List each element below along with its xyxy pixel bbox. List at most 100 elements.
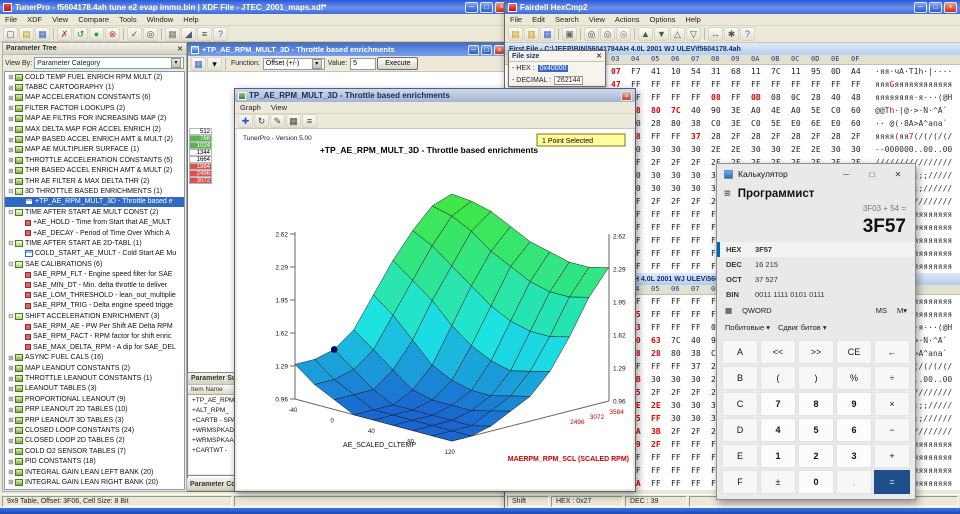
hex-byte[interactable]: FF	[691, 438, 711, 451]
hex-byte[interactable]: 90	[711, 104, 731, 117]
table-row-header-cell[interactable]: 3072	[189, 177, 212, 184]
keypad-toggle-icon[interactable]: ▦	[725, 306, 732, 315]
close-button[interactable]: ×	[621, 91, 632, 101]
hex-byte[interactable]: FF	[731, 91, 751, 104]
maximize-button[interactable]: □	[862, 170, 882, 179]
radix-row-hex[interactable]: HEX3F57	[717, 242, 915, 257]
hex-byte[interactable]: 54	[691, 65, 711, 78]
hex-byte[interactable]: 60	[851, 117, 871, 130]
hex-byte[interactable]: FF	[651, 412, 671, 425]
save-icon[interactable]: ▦	[540, 27, 555, 41]
calc-key-F[interactable]: F	[722, 470, 758, 494]
expand-icon[interactable]: ⊞	[7, 136, 15, 144]
help-icon[interactable]: ?	[740, 27, 755, 41]
hex-byte[interactable]: E0	[831, 117, 851, 130]
hex-byte[interactable]: C0	[751, 117, 771, 130]
hex-byte[interactable]: 30	[671, 412, 691, 425]
tree-item[interactable]: ⊞ASYNC FUEL CALS (16)	[5, 353, 184, 363]
hex-byte[interactable]: 31	[711, 65, 731, 78]
tree-item[interactable]: ⊞PROPORTIONAL LEANOUT (9)	[5, 394, 184, 404]
open-first-icon[interactable]: ▤	[508, 27, 523, 41]
hex-byte[interactable]: FF	[691, 234, 711, 247]
hex-byte[interactable]: FF	[691, 221, 711, 234]
hex-byte[interactable]: FF	[671, 208, 691, 221]
hex-ascii[interactable]: ·яя·чA·T1h·|····	[875, 65, 959, 78]
hex-byte[interactable]: FF	[671, 221, 691, 234]
calc-key-CE[interactable]: CE	[836, 340, 872, 364]
hex-byte[interactable]: 30	[751, 143, 771, 156]
expand-icon[interactable]: ⊞	[7, 416, 15, 424]
calc-key->>[interactable]: >>	[798, 340, 834, 364]
bitshift-dropdown[interactable]: Сдвиг битов ▾	[778, 323, 827, 332]
hex-byte[interactable]: FF	[811, 78, 831, 91]
expand-icon[interactable]: ⊞	[7, 73, 15, 81]
hex-byte[interactable]: FF	[651, 295, 671, 308]
list-icon[interactable]: ≡	[197, 27, 212, 41]
expand-icon[interactable]: ⊞	[7, 406, 15, 414]
menu-file[interactable]: File	[0, 15, 22, 24]
hexcmp-titlebar[interactable]: Fairdell HexCmp2 ─ □ ×	[505, 0, 960, 14]
tree-item[interactable]: SAE_LOM_THRESHOLD - lean_out_multiplie	[5, 290, 184, 300]
hex-byte[interactable]: 5E	[771, 117, 791, 130]
memory-store-button[interactable]: MS	[876, 306, 887, 315]
minimize-button[interactable]: ─	[836, 170, 856, 179]
hex-byte[interactable]: E0	[791, 117, 811, 130]
tree-item[interactable]: ⊞THR BASED ACCEL ENRICH AMT & MULT (2)	[5, 166, 184, 176]
calc-key-2[interactable]: 2	[798, 444, 834, 468]
check-icon[interactable]: ✓	[127, 27, 142, 41]
hex-byte[interactable]: 6E	[811, 117, 831, 130]
hex-byte[interactable]: FF	[671, 260, 691, 273]
radix-row-oct[interactable]: OCT37 527	[717, 272, 915, 287]
hex-byte[interactable]: F7	[631, 65, 651, 78]
maximize-button[interactable]: □	[929, 2, 942, 13]
hex-byte[interactable]: 2E	[811, 143, 831, 156]
tree-item[interactable]: ⊞CLOSED LOOP CONSTANTS (24)	[5, 425, 184, 435]
collapse-icon[interactable]: ⊟	[7, 239, 15, 247]
hex-byte[interactable]: FF	[691, 208, 711, 221]
hex-byte[interactable]: 28	[651, 347, 671, 360]
hex-byte[interactable]: 2F	[651, 156, 671, 169]
calc-key-C[interactable]: C	[722, 392, 758, 416]
copy-icon[interactable]: ▣	[562, 27, 577, 41]
tree-item[interactable]: ⊟TIME AFTER START AE 2D-TABL (1)	[5, 238, 184, 248]
hex-byte[interactable]: A4	[851, 65, 871, 78]
hex-byte[interactable]: 3E	[731, 117, 751, 130]
calculator-titlebar[interactable]: Калькулятор ─ □ ✕	[717, 164, 915, 184]
calc-key-←[interactable]: ←	[874, 340, 910, 364]
calc-key-B[interactable]: B	[722, 366, 758, 390]
hex-byte[interactable]: 2F	[811, 130, 831, 143]
expand-icon[interactable]: ⊞	[7, 375, 15, 383]
hex-byte[interactable]: 40	[831, 91, 851, 104]
hex-byte[interactable]: 4E	[771, 104, 791, 117]
menu-compare[interactable]: Compare	[73, 15, 114, 24]
hex-byte[interactable]: 41	[651, 65, 671, 78]
expand-icon[interactable]: ⊞	[7, 94, 15, 102]
hex-byte[interactable]: 2F	[691, 156, 711, 169]
graph-canvas[interactable]: TunerPro - Version 5.00+TP_AE_RPM_MULT_3…	[237, 129, 633, 489]
help-icon[interactable]: ?	[213, 27, 228, 41]
tunerpro-titlebar[interactable]: TunerPro - f5604178.4ah tune e2 evap imm…	[0, 0, 511, 14]
hex-byte[interactable]: FF	[691, 464, 711, 477]
close-button[interactable]: ✕	[888, 170, 908, 179]
hex-byte[interactable]: 30	[691, 143, 711, 156]
value-input[interactable]: 5	[350, 58, 376, 70]
expand-icon[interactable]: ⊞	[7, 125, 15, 133]
hex-byte[interactable]: FF	[671, 78, 691, 91]
tree-item[interactable]: ⊞PID CONSTANTS (18)	[5, 456, 184, 466]
hex-byte[interactable]: 08	[711, 91, 731, 104]
view-by-dropdown[interactable]: Parameter Category ▾	[34, 57, 184, 69]
new-file-icon[interactable]: ▢	[3, 27, 18, 41]
expand-icon[interactable]: ⊞	[7, 468, 15, 476]
hex-byte[interactable]: 38	[691, 347, 711, 360]
tree-item[interactable]: ⊟SAE CALIBRATIONS (6)	[5, 259, 184, 269]
tree-item[interactable]: +AE_HOLD - Time from Start that AE_MULT	[5, 217, 184, 227]
hex-byte[interactable]: 2F	[671, 425, 691, 438]
menu-help[interactable]: Help	[680, 15, 705, 24]
menu-view[interactable]: View	[266, 103, 292, 112]
hex-byte[interactable]: FF	[651, 130, 671, 143]
hex-byte[interactable]: A0	[791, 104, 811, 117]
hex-byte[interactable]: FF	[651, 247, 671, 260]
hex-byte[interactable]: 30	[691, 412, 711, 425]
hex-byte[interactable]: FF	[671, 438, 691, 451]
hex-byte[interactable]: 30	[671, 143, 691, 156]
